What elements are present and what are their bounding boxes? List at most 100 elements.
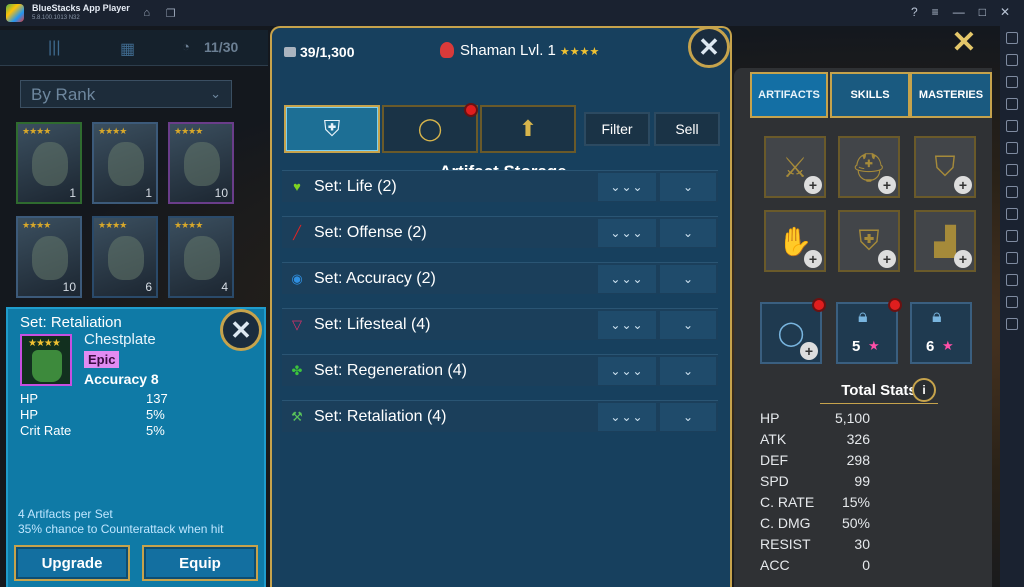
maximize-icon[interactable]: □ [979,5,986,19]
stat-value: 99 [854,473,870,489]
close-window-icon[interactable]: ✕ [1000,5,1010,19]
hero-stars: ★★★★ [559,46,600,58]
fullscreen-icon[interactable] [1006,32,1018,44]
upgrade-button[interactable]: Upgrade [14,545,130,581]
hero-bag-icon: ◔ [182,39,190,54]
screenshot-icon[interactable] [1006,186,1018,198]
grid-view-icon[interactable]: ▦ [120,39,135,59]
eco-mode-icon[interactable] [1006,318,1018,330]
tab-artifacts[interactable]: ARTIFACTS [750,72,828,118]
home-icon[interactable]: ⌂ [140,6,154,20]
hero-portrait [32,236,68,280]
location-icon[interactable] [1006,252,1018,264]
rotate-icon[interactable] [1006,274,1018,286]
sort-dropdown[interactable]: By Rank ⌄ [20,80,232,108]
ring-icon: ◯ [417,116,443,141]
keyboard-icon[interactable] [1006,98,1018,110]
ring-slot[interactable]: ◯ + [760,298,826,364]
expand-all-button[interactable]: ⌄⌄⌄ [598,311,656,339]
capacity-value: 39/1,300 [300,44,355,60]
expand-all-button[interactable]: ⌄⌄⌄ [598,173,656,201]
stat-row: RESIST 30 [760,536,870,552]
hero-stars: ★★★★ [22,126,51,136]
close-modal-button[interactable]: ✕ [688,26,730,68]
gamepad-icon[interactable] [1006,120,1018,132]
add-icon: + [804,176,822,194]
expand-all-button[interactable]: ⌄⌄⌄ [598,357,656,385]
shield-slot[interactable]: ⛉ + [914,136,976,198]
substat-row: HP 5% [20,407,180,422]
multi-instance-icon[interactable]: ❐ [164,6,178,20]
video-icon[interactable] [1006,76,1018,88]
banner-slot-locked[interactable]: 🔒︎ 6 ★ [910,302,972,364]
install-apk-icon[interactable] [1006,142,1018,154]
filter-button[interactable]: Filter [584,112,650,146]
menu-icon[interactable]: ≡ [932,5,939,19]
tab-accessories[interactable]: ◯ [382,103,478,153]
set-row-retaliation[interactable]: ⚒ Set: Retaliation (4) ⌄⌄⌄ ⌄ [282,400,718,432]
expand-button[interactable]: ⌄ [660,357,716,385]
tab-armor[interactable]: ⛨ [284,105,380,153]
gloves-slot[interactable]: ✋ + [764,210,826,272]
expand-button[interactable]: ⌄ [660,265,716,293]
hero-level: 1 [69,186,76,200]
folder-icon[interactable] [1006,208,1018,220]
chestplate-slot[interactable]: ⛨ + [838,210,900,272]
roster-toolbar: ||| ▦ ◔ 11/30 [0,30,268,66]
hero-stars: ★★★★ [174,126,203,136]
stat-value: 50% [841,515,870,531]
set-label: Set: Life (2) [314,178,397,195]
hero-card[interactable]: ★★★★ 10 [168,122,234,204]
tab-skills[interactable]: SKILLS [830,72,910,118]
close-info-button[interactable]: ✕ [220,309,262,351]
equip-button[interactable]: Equip [142,545,258,581]
hero-stars: ★★★★ [174,220,203,230]
hero-card[interactable]: ★★★★ 1 [16,122,82,204]
expand-button[interactable]: ⌄ [660,311,716,339]
layers-icon[interactable] [1006,296,1018,308]
volume-icon[interactable] [1006,54,1018,66]
stat-row: C. RATE 15% [760,494,870,510]
hero-portrait [108,142,144,186]
set-row-accuracy[interactable]: ◉ Set: Accuracy (2) ⌄⌄⌄ ⌄ [282,262,718,294]
chest-icon [284,47,296,57]
substat-name: HP [20,391,39,406]
expand-all-button[interactable]: ⌄⌄⌄ [598,219,656,247]
list-view-icon[interactable]: ||| [48,39,60,57]
hero-card[interactable]: ★★★★ 4 [168,216,234,298]
hero-card[interactable]: ★★★★ 1 [92,122,158,204]
expand-all-button[interactable]: ⌄⌄⌄ [598,403,656,431]
hero-card[interactable]: ★★★★ 10 [16,216,82,298]
helmet-slot[interactable]: ⛑ + [838,136,900,198]
set-row-lifesteal[interactable]: ▽ Set: Lifesteal (4) ⌄⌄⌄ ⌄ [282,308,718,340]
tab-masteries[interactable]: MASTERIES [910,72,992,118]
expand-button[interactable]: ⌄ [660,403,716,431]
set-row-life[interactable]: ♥ Set: Life (2) ⌄⌄⌄ ⌄ [282,170,718,202]
hero-stars: ★★★★ [98,126,127,136]
weapon-slot[interactable]: ⚔ + [764,136,826,198]
camera-icon[interactable] [1006,230,1018,242]
chestplate-icon: ★★★★ [20,334,72,386]
amulet-slot-locked[interactable]: 🔒︎ 5 ★ [836,298,902,364]
sell-button[interactable]: Sell [654,112,720,146]
minimize-icon[interactable]: — [953,5,965,19]
hero-card[interactable]: ★★★★ 6 [92,216,158,298]
set-row-regeneration[interactable]: ✤ Set: Regeneration (4) ⌄⌄⌄ ⌄ [282,354,718,386]
star-icon: ★ [942,338,954,353]
expand-button[interactable]: ⌄ [660,173,716,201]
stat-name: RESIST [760,536,811,552]
set-row-offense[interactable]: ╱ Set: Offense (2) ⌄⌄⌄ ⌄ [282,216,718,248]
info-icon[interactable]: i [912,378,936,402]
heart-icon: ♥ [293,179,301,194]
expand-all-button[interactable]: ⌄⌄⌄ [598,265,656,293]
add-icon: + [804,250,822,268]
help-icon[interactable]: ? [911,5,918,19]
expand-button[interactable]: ⌄ [660,219,716,247]
stat-name: C. RATE [760,494,815,510]
set-label: Set: Offense (2) [314,224,427,241]
macro-icon[interactable] [1006,164,1018,176]
hero-portrait [184,142,220,186]
boots-slot[interactable]: ▟ + [914,210,976,272]
tab-upgrade[interactable]: ⬆ [480,105,576,153]
close-hero-screen-button[interactable]: ✕ [944,26,984,59]
